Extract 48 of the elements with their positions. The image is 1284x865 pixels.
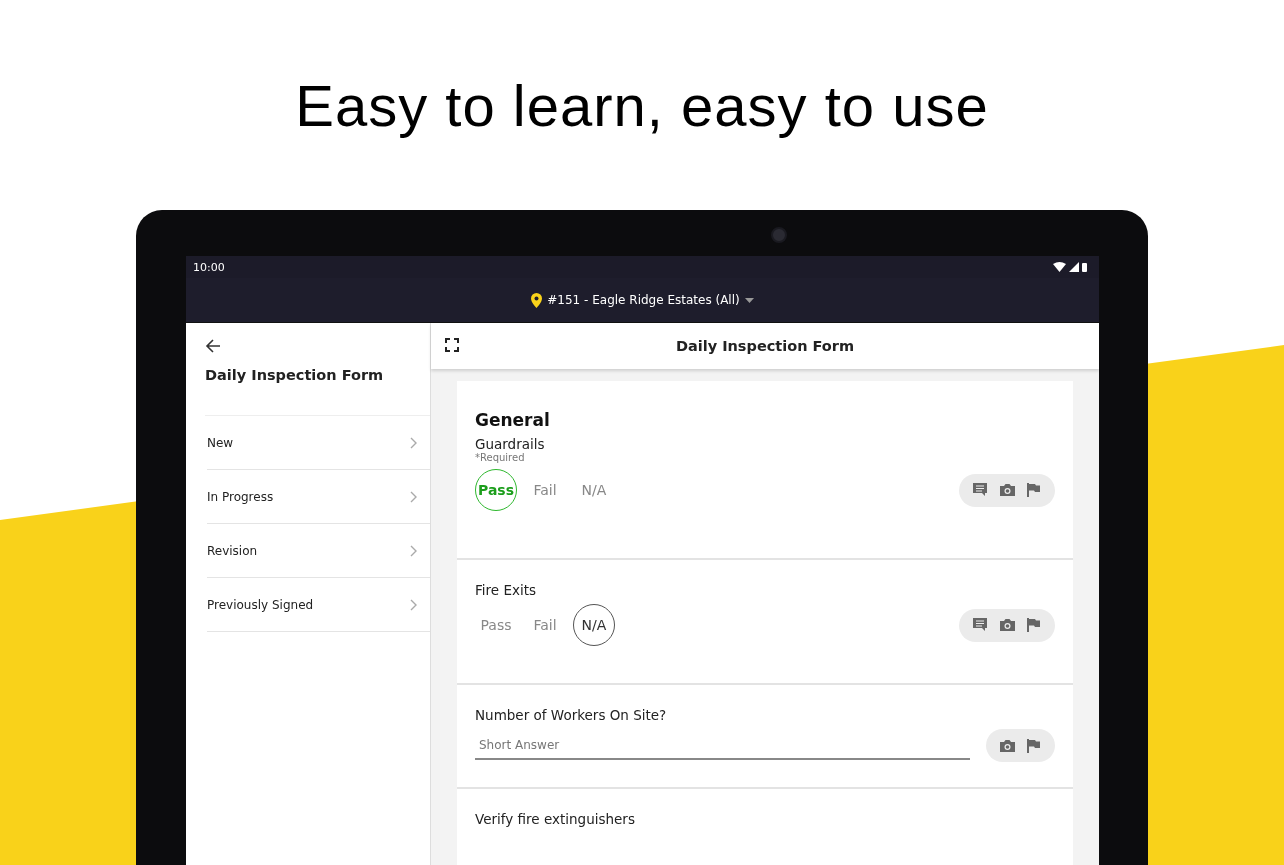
camera-icon <box>998 617 1016 633</box>
form-title: Daily Inspection Form <box>674 338 856 354</box>
camera-icon <box>998 737 1016 754</box>
required-note: *Required <box>475 452 526 463</box>
section-title: General <box>475 410 551 430</box>
caret-icon <box>744 297 754 303</box>
flag-button[interactable] <box>1025 481 1043 499</box>
status-time: 10:00 <box>193 260 225 274</box>
question-label: Number of Workers On Site? <box>475 707 668 723</box>
flag-icon <box>1025 617 1043 633</box>
camera-icon <box>771 227 787 243</box>
answer-field[interactable]: Short Answer <box>475 731 970 760</box>
comment-icon <box>971 617 989 633</box>
photo-button[interactable] <box>998 481 1016 499</box>
battery-icon <box>1082 262 1087 272</box>
fullscreen-button[interactable] <box>445 338 461 354</box>
flag-button[interactable] <box>1025 616 1043 634</box>
question-label: Guardrails <box>475 436 546 452</box>
flag-icon <box>1025 737 1043 754</box>
back-button[interactable] <box>204 339 222 355</box>
answer-option[interactable]: Pass <box>475 604 517 646</box>
sidebar-item[interactable]: Previously Signed <box>207 578 430 632</box>
chevron-right-icon <box>410 598 417 611</box>
comment-icon <box>971 482 989 498</box>
sidebar-item[interactable]: New <box>207 416 430 470</box>
wifi-icon <box>1053 262 1066 272</box>
photo-button[interactable] <box>998 616 1016 634</box>
flag-icon <box>1025 482 1043 498</box>
question-label: Fire Exits <box>475 582 537 598</box>
sidebar-item[interactable]: In Progress <box>207 470 430 524</box>
photo-button[interactable] <box>998 737 1016 754</box>
chevron-right-icon <box>410 436 417 449</box>
question-label: Verify fire extinguishers <box>475 811 636 827</box>
location-selector[interactable]: #151 - Eagle Ridge Estates (All) <box>531 292 754 308</box>
fullscreen-icon <box>445 338 459 352</box>
sidebar-title: Daily Inspection Form <box>205 367 430 416</box>
answer-option[interactable]: N/A <box>573 469 615 511</box>
location-pin-icon <box>531 292 543 308</box>
camera-icon <box>998 482 1016 498</box>
chevron-right-icon <box>410 490 417 503</box>
answer-option[interactable]: Fail <box>524 469 566 511</box>
signal-icon <box>1069 262 1079 272</box>
answer-option[interactable]: Fail <box>524 604 566 646</box>
flag-button[interactable] <box>1025 737 1043 754</box>
sidebar-item[interactable]: Revision <box>207 524 430 578</box>
headline: Easy to learn, easy to use <box>294 72 990 140</box>
chevron-right-icon <box>410 544 417 557</box>
back-arrow-icon <box>205 339 221 353</box>
